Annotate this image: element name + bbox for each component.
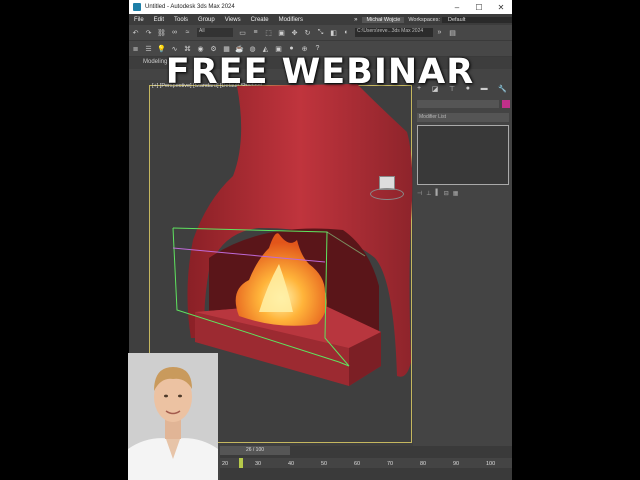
- select-manipulate-icon[interactable]: ◧: [329, 28, 338, 37]
- window-title: Untitled - Autodesk 3ds Max 2024: [145, 4, 235, 10]
- select-by-name-icon[interactable]: ≡: [251, 28, 260, 37]
- menu-tools[interactable]: Tools: [169, 17, 193, 23]
- title-bar: Untitled - Autodesk 3ds Max 2024 – ☐ ✕: [129, 0, 512, 14]
- menu-create[interactable]: Create: [246, 17, 274, 23]
- scale-icon[interactable]: ⤡: [316, 28, 325, 37]
- modifier-list-dropdown[interactable]: Modifier List: [417, 113, 509, 122]
- main-toolbar: ↶ ↷ ⛓ ∞ ≈ All ▭ ≡ ⬚ ▣ ✥ ↻ ⤡ ◧ ◐ C:\Users…: [129, 25, 512, 41]
- dark-theme-icon[interactable]: ◐: [342, 28, 351, 37]
- select-object-icon[interactable]: ▭: [238, 28, 247, 37]
- save-icon[interactable]: ▤: [448, 28, 457, 37]
- menu-views[interactable]: Views: [220, 17, 246, 23]
- menu-modifiers[interactable]: Modifiers: [274, 17, 308, 23]
- redo-icon[interactable]: ↷: [144, 28, 153, 37]
- unlink-icon[interactable]: ∞: [170, 28, 179, 37]
- maximize-button[interactable]: ☐: [468, 3, 490, 12]
- app-icon: [133, 3, 141, 11]
- selection-region-icon[interactable]: ⬚: [264, 28, 273, 37]
- tick-label: 90: [453, 461, 460, 467]
- presenter-portrait: [128, 353, 218, 480]
- undo-icon[interactable]: ↶: [131, 28, 140, 37]
- minimize-button[interactable]: –: [446, 3, 468, 12]
- pin-stack-icon[interactable]: ⊣: [417, 190, 422, 199]
- tick-label: 20: [222, 461, 229, 467]
- bind-space-warp-icon[interactable]: ≈: [183, 28, 192, 37]
- timeline: 26 / 100 20 30 40 50 60 70 80 90 100: [220, 446, 512, 480]
- menu-bar: File Edit Tools Group Views Create Modif…: [129, 14, 512, 25]
- make-unique-icon[interactable]: ▌: [435, 190, 439, 199]
- rotate-icon[interactable]: ↻: [303, 28, 312, 37]
- object-name-field[interactable]: [417, 100, 499, 108]
- stack-toolbar: ⊣ ⊥ ▌ ⊟ ▦: [417, 190, 507, 199]
- presenter-webcam: [128, 353, 218, 480]
- command-panel: + ◪ ⊤ ● ▬ 🔧 Modifier List ⊣ ⊥ ▌ ⊟ ▦: [413, 80, 512, 480]
- tick-label: 60: [354, 461, 361, 467]
- menu-overflow-button[interactable]: »: [349, 17, 362, 23]
- workspaces-label: Workspaces:: [408, 16, 440, 23]
- time-slider[interactable]: 26 / 100: [220, 446, 290, 455]
- user-account-dropdown[interactable]: Michał Wojcie: [362, 16, 405, 23]
- object-color-swatch[interactable]: [502, 100, 510, 108]
- menu-edit[interactable]: Edit: [149, 17, 169, 23]
- tick-label: 80: [420, 461, 427, 467]
- tick-label: 30: [255, 461, 262, 467]
- configure-sets-icon[interactable]: ▦: [453, 190, 459, 199]
- close-button[interactable]: ✕: [490, 3, 512, 12]
- selection-filter-dropdown[interactable]: All: [197, 28, 233, 37]
- modifier-stack[interactable]: [417, 125, 509, 185]
- viewcube-compass[interactable]: [370, 188, 404, 200]
- timeline-ticks: 20 30 40 50 60 70 80 90 100: [220, 461, 512, 473]
- menu-file[interactable]: File: [129, 17, 149, 23]
- tick-label: 70: [387, 461, 394, 467]
- tick-label: 40: [288, 461, 295, 467]
- toolbar-overflow-icon[interactable]: »: [435, 28, 444, 37]
- project-path-field[interactable]: C:\Users\reve...3ds Max 2024: [355, 28, 433, 37]
- fireplace-model: [187, 84, 413, 386]
- tick-label: 50: [321, 461, 328, 467]
- tick-label: 100: [486, 461, 496, 467]
- window-crossing-icon[interactable]: ▣: [277, 28, 286, 37]
- workspace-dropdown[interactable]: Default: [442, 16, 512, 23]
- link-icon[interactable]: ⛓: [157, 28, 166, 37]
- show-end-result-icon[interactable]: ⊥: [426, 190, 431, 199]
- move-icon[interactable]: ✥: [290, 28, 299, 37]
- remove-modifier-icon[interactable]: ⊟: [444, 190, 449, 199]
- menu-group[interactable]: Group: [193, 17, 220, 23]
- webinar-headline: FREE WEBINAR: [165, 52, 475, 92]
